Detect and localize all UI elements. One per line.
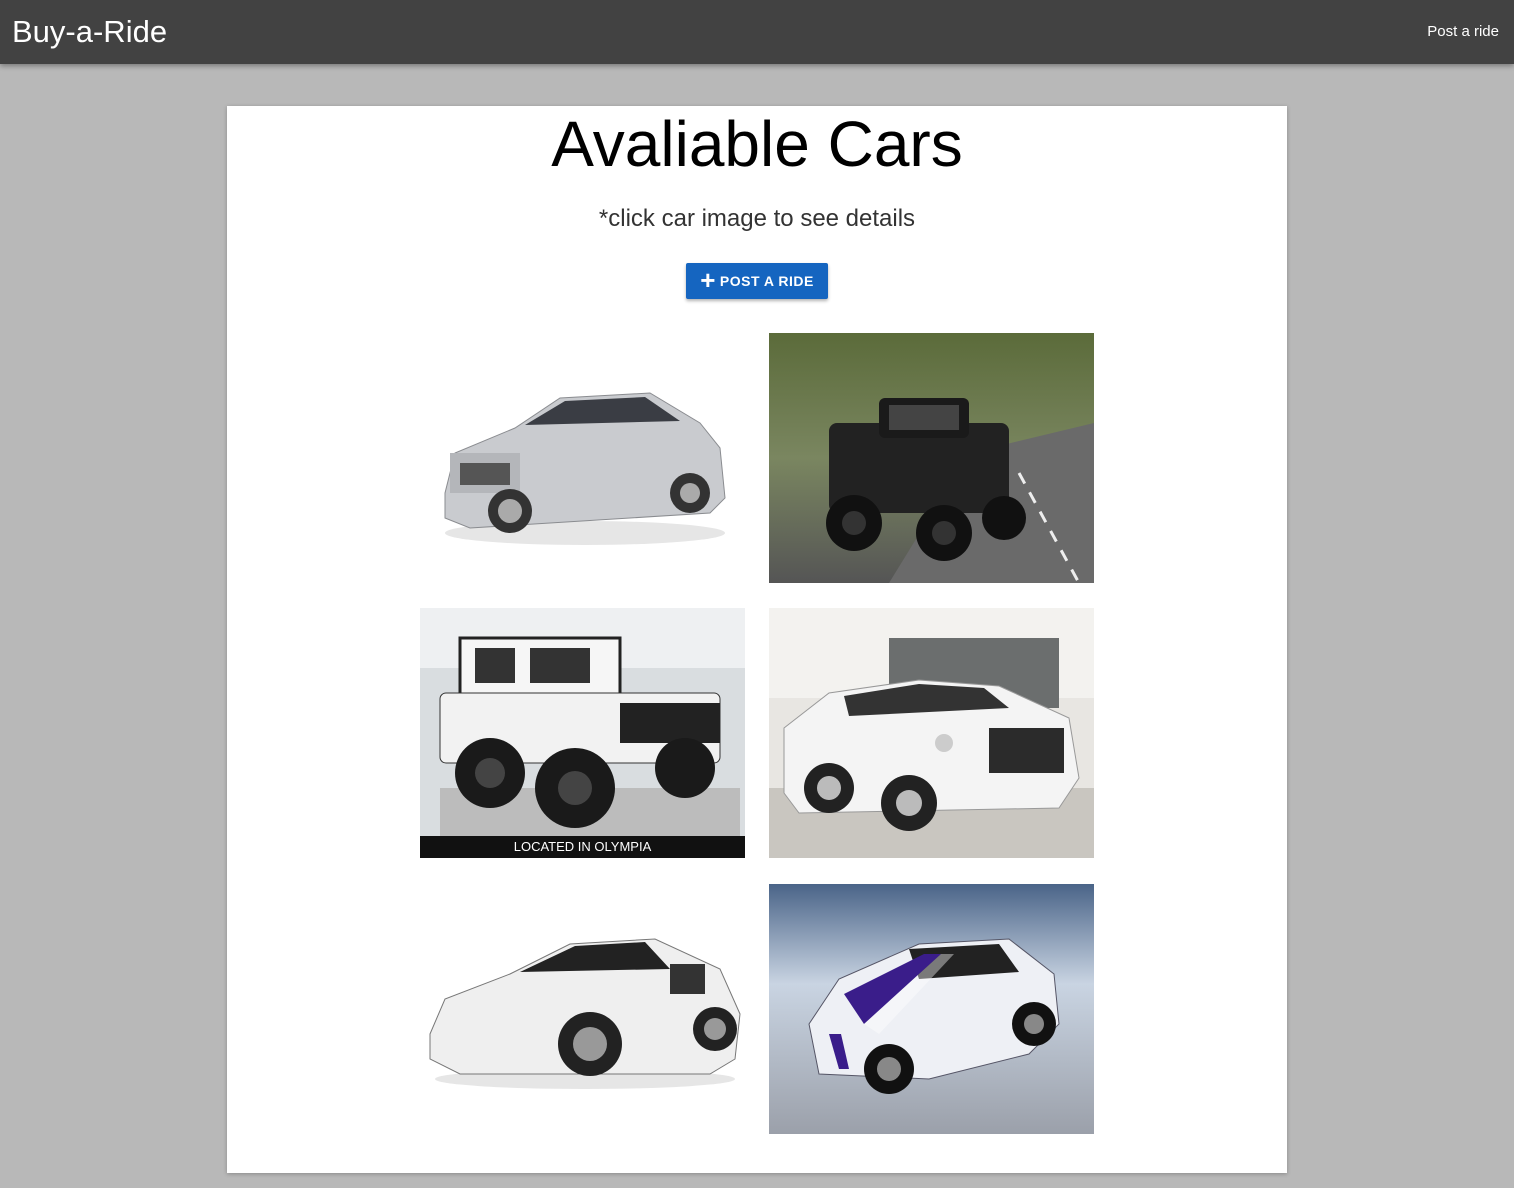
car-2-graphic xyxy=(769,333,1094,583)
car-4-graphic xyxy=(769,608,1094,858)
car-image-1[interactable] xyxy=(420,333,745,583)
car-image-2[interactable] xyxy=(769,333,1094,583)
nav-post-a-ride-link[interactable]: Post a ride xyxy=(1427,22,1499,42)
car-5-graphic xyxy=(420,884,745,1134)
brand-logo[interactable]: Buy-a-Ride xyxy=(12,13,167,51)
car-image-3[interactable]: LOCATED IN OLYMPIA xyxy=(420,608,745,858)
plus-icon: + xyxy=(700,265,716,295)
top-navbar: Buy-a-Ride Post a ride xyxy=(0,0,1514,64)
car-1-graphic xyxy=(420,333,745,583)
page-subtitle: *click car image to see details xyxy=(598,205,916,232)
post-a-ride-button-label: POST A RIDE xyxy=(719,273,814,289)
car-image-6[interactable] xyxy=(769,884,1094,1134)
car-3-graphic xyxy=(420,608,745,858)
car-image-4[interactable] xyxy=(769,608,1094,858)
car-image-5[interactable] xyxy=(420,884,745,1134)
location-overlay: LOCATED IN OLYMPIA xyxy=(420,836,745,858)
page-title: Avaliable Cars xyxy=(551,108,963,180)
content-card: Avaliable Cars *click car image to see d… xyxy=(227,106,1287,1173)
car-6-graphic xyxy=(769,884,1094,1134)
post-a-ride-button[interactable]: + POST A RIDE xyxy=(686,263,828,299)
